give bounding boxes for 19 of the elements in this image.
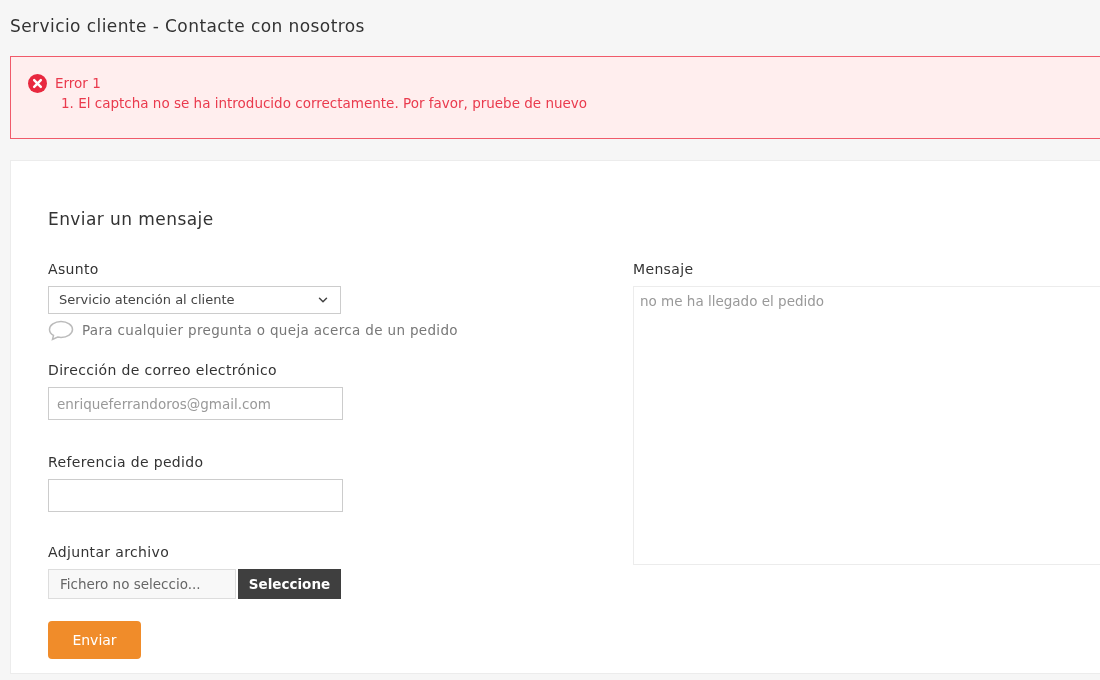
- field-label: Mensaje: [633, 260, 695, 279]
- field-label: Adjuntar archivo: [48, 543, 171, 562]
- email-field[interactable]: enriqueferrandoros@gmail.com: [48, 387, 343, 420]
- error-message: 1. El captcha no se ha introducido correctamente. Por favor, pruebe de nuevo: [60, 93, 588, 113]
- subject-hint: Para cualquier pregunta o queja acerca de un pedido: [82, 321, 458, 341]
- error-title: Error 1: [55, 73, 102, 93]
- form-heading: Enviar un mensaje: [48, 207, 215, 231]
- page-title: Servicio cliente - Contacte con nosotros: [10, 15, 366, 38]
- send-button[interactable]: Enviar: [48, 621, 141, 659]
- field-label: Asunto: [48, 260, 100, 279]
- subject-select[interactable]: Servicio atención al cliente: [48, 286, 341, 314]
- order-reference-field[interactable]: [48, 479, 343, 512]
- field-label: Dirección de correo electrónico: [48, 361, 278, 380]
- error-icon: [28, 73, 47, 93]
- file-name-field: Fichero no seleccio...: [48, 569, 236, 599]
- message-field[interactable]: no me ha llegado el pedido: [633, 286, 1100, 565]
- speech-bubble-icon: [48, 320, 74, 341]
- field-label: Referencia de pedido: [48, 453, 205, 472]
- choose-file-button[interactable]: Seleccione: [238, 569, 341, 599]
